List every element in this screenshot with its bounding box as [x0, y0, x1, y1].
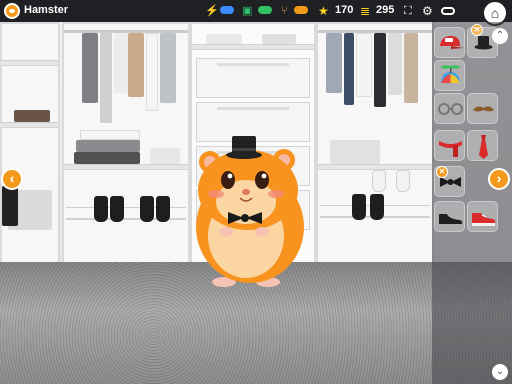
scarf-icon: [439, 141, 462, 157]
propeller-beanie-icon: [441, 65, 460, 83]
hanging-shirt: [388, 33, 402, 95]
next-room-button[interactable]: ›: [488, 168, 510, 190]
folded-tshirt: [150, 148, 180, 164]
shelf: [64, 164, 188, 170]
sneaker: [396, 170, 410, 192]
hanging-shirt: [404, 33, 418, 103]
hanging-shirt: [146, 33, 158, 111]
wardrobe-slot-glasses[interactable]: [434, 93, 465, 124]
hamster-character[interactable]: [188, 132, 320, 290]
wardrobe-slot-scarf[interactable]: [434, 130, 465, 161]
hanging-shirt: [100, 33, 112, 123]
wardrobe-slot-red-cap[interactable]: [434, 27, 465, 58]
shoe: [110, 196, 124, 222]
shoe: [370, 194, 384, 220]
hunger-meter: [294, 6, 308, 14]
shelf: [0, 60, 58, 66]
health-meter: [258, 6, 272, 14]
folded-sweater: [76, 140, 140, 152]
wardrobe-slot-propeller-beanie[interactable]: [434, 60, 465, 91]
hanging-shirt: [326, 33, 342, 93]
home-icon: ⌂: [490, 5, 500, 21]
hanging-shirt: [114, 33, 128, 93]
wardrobe-slot-sneakers[interactable]: [467, 201, 498, 232]
storage-box: [330, 140, 380, 164]
gear-icon[interactable]: ⚙: [422, 5, 433, 17]
shelf: [0, 122, 58, 128]
hanging-shirt: [356, 33, 372, 97]
shoe: [352, 194, 366, 220]
glasses-icon: [438, 103, 463, 115]
wardrobe-slot-mustache[interactable]: [467, 93, 498, 124]
drawer: [196, 58, 310, 98]
wardrobe-slot-dress-shoes[interactable]: [434, 201, 465, 232]
fork-knife-icon: ⑂: [281, 5, 288, 17]
folded-item: [206, 34, 242, 44]
folded-towel: [80, 130, 140, 140]
sneaker: [372, 170, 386, 192]
dress-shoes-icon: [439, 214, 463, 224]
hanging-shirt: [160, 33, 176, 103]
shoe: [156, 196, 170, 222]
camera-icon[interactable]: ▣: [242, 5, 252, 17]
boots: [2, 186, 18, 226]
top-bar: Hamster ⚡ ▣ ⑂ ★ 170 ≣ 295 ⛶ ⚙ ⌂: [0, 0, 512, 26]
mustache-icon: [473, 106, 494, 112]
hanging-coat: [374, 33, 386, 107]
shoe: [140, 196, 154, 222]
red-cap-icon: [440, 36, 464, 49]
hanging-shirt: [128, 33, 144, 97]
shoe: [94, 196, 108, 222]
lightning-bolt-icon: ⚡: [205, 5, 219, 17]
unequip-bow-tie-button[interactable]: ✕: [436, 166, 448, 178]
previous-room-button[interactable]: ‹: [1, 168, 23, 190]
hanging-shirt: [82, 33, 98, 103]
folded-item: [14, 110, 50, 122]
coin-count: 295: [376, 4, 395, 16]
star-count: 170: [335, 4, 354, 16]
gamepad-icon[interactable]: [441, 5, 457, 17]
folded-item: [262, 34, 296, 44]
necktie-icon: [479, 135, 488, 159]
hamster-app-icon: [4, 3, 20, 19]
expand-icon[interactable]: ⛶: [404, 5, 412, 17]
shelf: [192, 44, 314, 50]
folded-sweater: [74, 152, 140, 164]
top-hat-icon: [474, 36, 493, 50]
star-icon: ★: [318, 4, 329, 18]
app-title: Hamster: [24, 4, 69, 16]
sneakers-icon: [472, 213, 496, 226]
scroll-down-button[interactable]: ⌄: [492, 364, 508, 380]
energy-meter: [220, 6, 234, 14]
coin-stack-icon: ≣: [360, 4, 371, 18]
wardrobe-slot-necktie[interactable]: [467, 130, 498, 161]
hanging-jeans: [344, 33, 354, 105]
wardrobe-slot-top-hat[interactable]: [467, 27, 498, 58]
